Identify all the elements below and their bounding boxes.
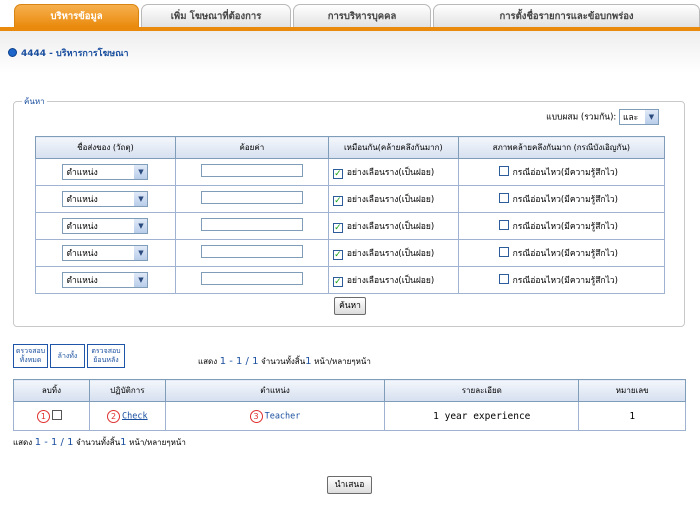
- check-link[interactable]: Check: [122, 411, 148, 421]
- chevron-down-icon: ▼: [134, 246, 148, 260]
- field-select-value: ตำแหน่ง: [66, 249, 98, 259]
- paging-pages: 1: [305, 356, 312, 367]
- sensitive-checkbox[interactable]: [498, 274, 509, 284]
- paging-total-label: จำนวนทั้งสิ้น: [261, 357, 306, 366]
- similar-label: อย่างเลือนราง(เป็นฝอย): [346, 195, 435, 205]
- value-input[interactable]: [200, 191, 303, 204]
- field-select[interactable]: ตำแหน่ง ▼: [62, 218, 149, 234]
- bullet-icon: [8, 48, 17, 57]
- field-select[interactable]: ตำแหน่ง ▼: [62, 191, 149, 207]
- sensitive-label: กรณีอ่อนไหว(มีความรู้สึกไว): [512, 249, 618, 259]
- paging-suffix: หน้า/หลายๆหน้า: [314, 357, 371, 366]
- chevron-down-icon: ▼: [134, 192, 148, 206]
- value-input[interactable]: [200, 245, 303, 258]
- paging-info-top: แสดง 1 - 1 / 1 จำนวนทั้งสิ้น1 หน้า/หลายๆ…: [198, 355, 371, 368]
- value-input[interactable]: [200, 272, 303, 285]
- results-table: ลบทิ้ง ปฏิบัติการ ตำแหน่ง รายละเอียด หมา…: [13, 379, 686, 431]
- field-select-value: ตำแหน่ง: [66, 222, 98, 232]
- sensitive-label: กรณีอ่อนไหว(มีความรู้สึกไว): [512, 222, 618, 232]
- chevron-down-icon: ▼: [645, 110, 658, 124]
- col-header-delete: ลบทิ้ง: [13, 379, 90, 402]
- field-select[interactable]: ตำแหน่ง ▼: [62, 272, 149, 288]
- chevron-down-icon: ▼: [134, 273, 148, 287]
- delete-checkbox[interactable]: [51, 409, 62, 420]
- table-row: 1 2 Check 3 Teacher 1 year experience 1: [13, 401, 686, 431]
- check-all-button[interactable]: ตรวจสอบ ทั้งหมด: [13, 344, 48, 368]
- similar-checkbox[interactable]: ✓: [332, 169, 343, 179]
- marker-badge: 3: [249, 409, 263, 423]
- breadcrumb-text: 4444 - บริหารการโฆษณา: [21, 49, 129, 59]
- col-header-similar: เหมือนกัน(คล้ายคลึงกันมาก): [327, 136, 459, 159]
- mode-select[interactable]: และ ▼: [619, 109, 659, 125]
- tab-naming[interactable]: การตั้งชื่อรายการและข้อบกพร่อง: [433, 4, 700, 27]
- tab-add-ads[interactable]: เพิ่ม โฆษณาที่ต้องการ: [141, 4, 291, 27]
- sensitive-checkbox[interactable]: [498, 247, 509, 257]
- sensitive-label: กรณีอ่อนไหว(มีความรู้สึกไว): [512, 195, 618, 205]
- search-legend: ค้นหา: [24, 97, 45, 106]
- col-header-value: ค้อยค่า: [174, 136, 329, 159]
- col-header-sensitive: สภาพคล้ายคลึงกันมาก (กรณีบังเอิญกัน): [457, 136, 666, 159]
- similar-label: อย่างเลือนราง(เป็นฝอย): [346, 276, 435, 286]
- criteria-row: ตำแหน่ง ▼ ✓ อย่างเลือนราง(เป็นฝอย) กรณีอ่อ…: [35, 158, 666, 186]
- paging-pages: 1: [120, 437, 127, 448]
- paging-prefix: แสดง: [198, 357, 218, 366]
- tab-bar: บริหารข้อมูล เพิ่ม โฆษณาที่ต้องการ การบร…: [14, 4, 700, 27]
- criteria-row: ตำแหน่ง ▼ ✓ อย่างเลือนราง(เป็นฝอย) กรณีอ่อ…: [35, 185, 666, 213]
- paging-total-label: จำนวนทั้งสิ้น: [76, 438, 121, 447]
- similar-checkbox[interactable]: ✓: [332, 223, 343, 233]
- number-cell: 1: [578, 401, 686, 431]
- search-criteria-table: ชื่อส่งของ (วัถตุ) ค้อยค่า เหมือนกัน(คล้…: [35, 136, 666, 294]
- paging-range: 1 - 1 / 1: [34, 437, 74, 448]
- position-text: Teacher: [264, 411, 301, 421]
- field-select-value: ตำแหน่ง: [66, 276, 98, 286]
- similar-checkbox[interactable]: ✓: [332, 196, 343, 206]
- col-header-number: หมายเลข: [578, 379, 686, 402]
- chevron-down-icon: ▼: [134, 165, 148, 179]
- paging-prefix: แสดง: [13, 438, 33, 447]
- similar-checkbox[interactable]: ✓: [332, 277, 343, 287]
- field-select-value: ตำแหน่ง: [66, 195, 98, 205]
- similar-checkbox[interactable]: ✓: [332, 250, 343, 260]
- submit-button[interactable]: นำเสนอ: [327, 476, 372, 494]
- mode-value: และ: [623, 113, 639, 123]
- criteria-row: ตำแหน่ง ▼ ✓ อย่างเลือนราง(เป็นฝอย) กรณีอ่อ…: [35, 212, 666, 240]
- marker-badge: 2: [107, 409, 121, 423]
- criteria-row: ตำแหน่ง ▼ ✓ อย่างเลือนราง(เป็นฝอย) กรณีอ่อ…: [35, 266, 666, 294]
- col-header-detail: รายละเอียด: [384, 379, 580, 402]
- paging-suffix: หน้า/หลายๆหน้า: [129, 438, 186, 447]
- check-back-button[interactable]: ตรวจสอบ ย้อนหลัง: [87, 344, 125, 368]
- value-input[interactable]: [200, 164, 303, 177]
- marker-badge: 1: [36, 409, 50, 423]
- sensitive-checkbox[interactable]: [498, 166, 509, 176]
- paging-range: 1 - 1 / 1: [219, 356, 259, 367]
- similar-label: อย่างเลือนราง(เป็นฝอย): [346, 249, 435, 259]
- tab-personnel[interactable]: การบริหารบุคคล: [293, 4, 431, 27]
- search-button[interactable]: ค้นหา: [334, 297, 366, 315]
- mode-label: แบบผสม (รวมกัน):: [546, 112, 617, 123]
- field-select[interactable]: ตำแหน่ง ▼: [62, 164, 149, 180]
- clear-all-button[interactable]: ล้างทั้ง: [50, 344, 85, 368]
- tab-data-management[interactable]: บริหารข้อมูล: [14, 4, 139, 27]
- detail-cell: 1 year experience: [384, 401, 580, 431]
- breadcrumb: 4444 - บริหารการโฆษณา: [8, 46, 129, 60]
- col-header-action: ปฏิบัติการ: [88, 379, 166, 402]
- sensitive-checkbox[interactable]: [498, 193, 509, 203]
- value-input[interactable]: [200, 218, 303, 231]
- sensitive-label: กรณีอ่อนไหว(มีความรู้สึกไว): [512, 276, 618, 286]
- chevron-down-icon: ▼: [134, 219, 148, 233]
- mode-row: แบบผสม (รวมกัน): และ ▼: [546, 109, 659, 125]
- paging-info-bottom: แสดง 1 - 1 / 1 จำนวนทั้งสิ้น1 หน้า/หลายๆ…: [13, 436, 186, 449]
- field-select[interactable]: ตำแหน่ง ▼: [62, 245, 149, 261]
- criteria-row: ตำแหน่ง ▼ ✓ อย่างเลือนราง(เป็นฝอย) กรณีอ่อ…: [35, 239, 666, 267]
- sensitive-checkbox[interactable]: [498, 220, 509, 230]
- col-header-position: ตำแหน่ง: [164, 379, 386, 402]
- col-header-field: ชื่อส่งของ (วัถตุ): [35, 136, 176, 159]
- similar-label: อย่างเลือนราง(เป็นฝอย): [346, 168, 435, 178]
- field-select-value: ตำแหน่ง: [66, 168, 98, 178]
- similar-label: อย่างเลือนราง(เป็นฝอย): [346, 222, 435, 232]
- sensitive-label: กรณีอ่อนไหว(มีความรู้สึกไว): [512, 168, 618, 178]
